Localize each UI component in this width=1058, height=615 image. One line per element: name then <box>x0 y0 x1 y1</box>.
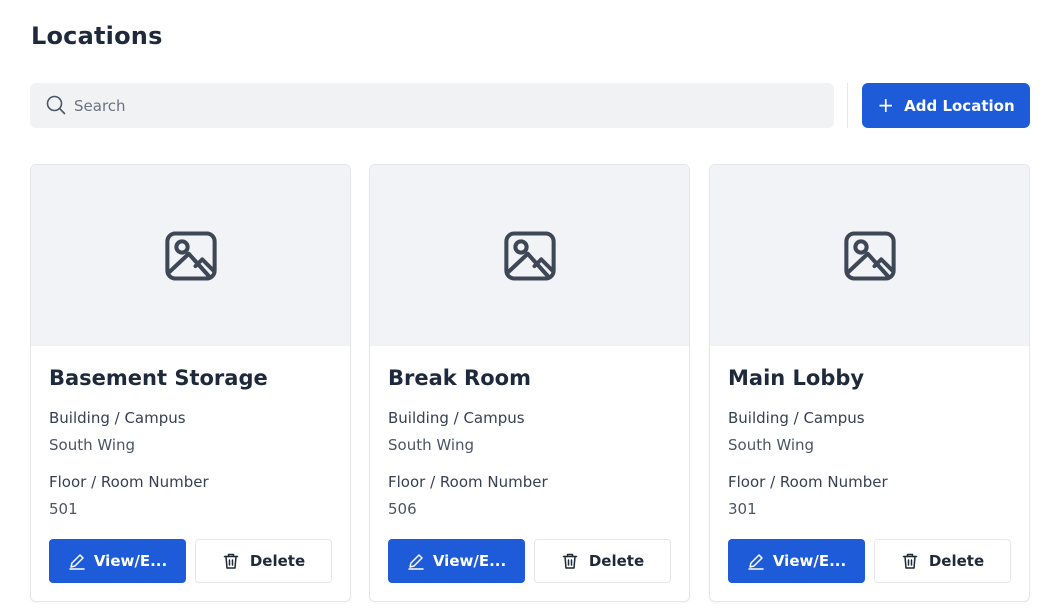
view-edit-label: View/E... <box>772 552 847 570</box>
search-bar[interactable] <box>30 83 834 128</box>
location-card: Main Lobby Building / Campus South Wing … <box>709 164 1030 602</box>
floor-label: Floor / Room Number <box>49 473 209 491</box>
location-card: Break Room Building / Campus South Wing … <box>369 164 690 602</box>
delete-button[interactable]: Delete <box>195 539 332 583</box>
location-card: Basement Storage Building / Campus South… <box>30 164 351 602</box>
delete-label: Delete <box>928 552 985 570</box>
building-label: Building / Campus <box>49 409 186 427</box>
building-label: Building / Campus <box>388 409 525 427</box>
search-icon <box>46 95 66 115</box>
trash-icon <box>902 553 918 569</box>
location-name: Break Room <box>388 366 531 390</box>
view-edit-label: View/E... <box>93 552 168 570</box>
delete-label: Delete <box>249 552 306 570</box>
floor-label: Floor / Room Number <box>728 473 888 491</box>
toolbar: + Add Location <box>30 83 1030 128</box>
building-label: Building / Campus <box>728 409 865 427</box>
plus-icon: + <box>877 92 895 117</box>
toolbar-divider <box>847 83 848 128</box>
floor-value: 501 <box>49 500 78 518</box>
pencil-icon <box>748 554 764 570</box>
card-image-placeholder <box>31 165 350 346</box>
search-input[interactable] <box>74 83 814 128</box>
building-value: South Wing <box>388 436 475 454</box>
view-edit-button[interactable]: View/E... <box>49 539 186 583</box>
building-value: South Wing <box>49 436 136 454</box>
floor-value: 506 <box>388 500 417 518</box>
image-icon <box>164 230 217 281</box>
floor-label: Floor / Room Number <box>388 473 548 491</box>
floor-value: 301 <box>728 500 757 518</box>
trash-icon <box>562 553 578 569</box>
image-icon <box>843 230 896 281</box>
image-icon <box>503 230 556 281</box>
delete-button[interactable]: Delete <box>534 539 671 583</box>
delete-label: Delete <box>588 552 645 570</box>
view-edit-label: View/E... <box>432 552 507 570</box>
card-image-placeholder <box>370 165 689 346</box>
view-edit-button[interactable]: View/E... <box>388 539 525 583</box>
pencil-icon <box>69 554 85 570</box>
location-cards: Basement Storage Building / Campus South… <box>30 164 1030 602</box>
view-edit-button[interactable]: View/E... <box>728 539 865 583</box>
pencil-icon <box>408 554 424 570</box>
trash-icon <box>223 553 239 569</box>
location-name: Basement Storage <box>49 366 268 390</box>
add-location-button[interactable]: + Add Location <box>862 83 1030 128</box>
page-title: Locations <box>31 22 163 50</box>
add-location-label: Add Location <box>904 96 1015 115</box>
location-name: Main Lobby <box>728 366 865 390</box>
building-value: South Wing <box>728 436 815 454</box>
card-image-placeholder <box>710 165 1029 346</box>
delete-button[interactable]: Delete <box>874 539 1011 583</box>
